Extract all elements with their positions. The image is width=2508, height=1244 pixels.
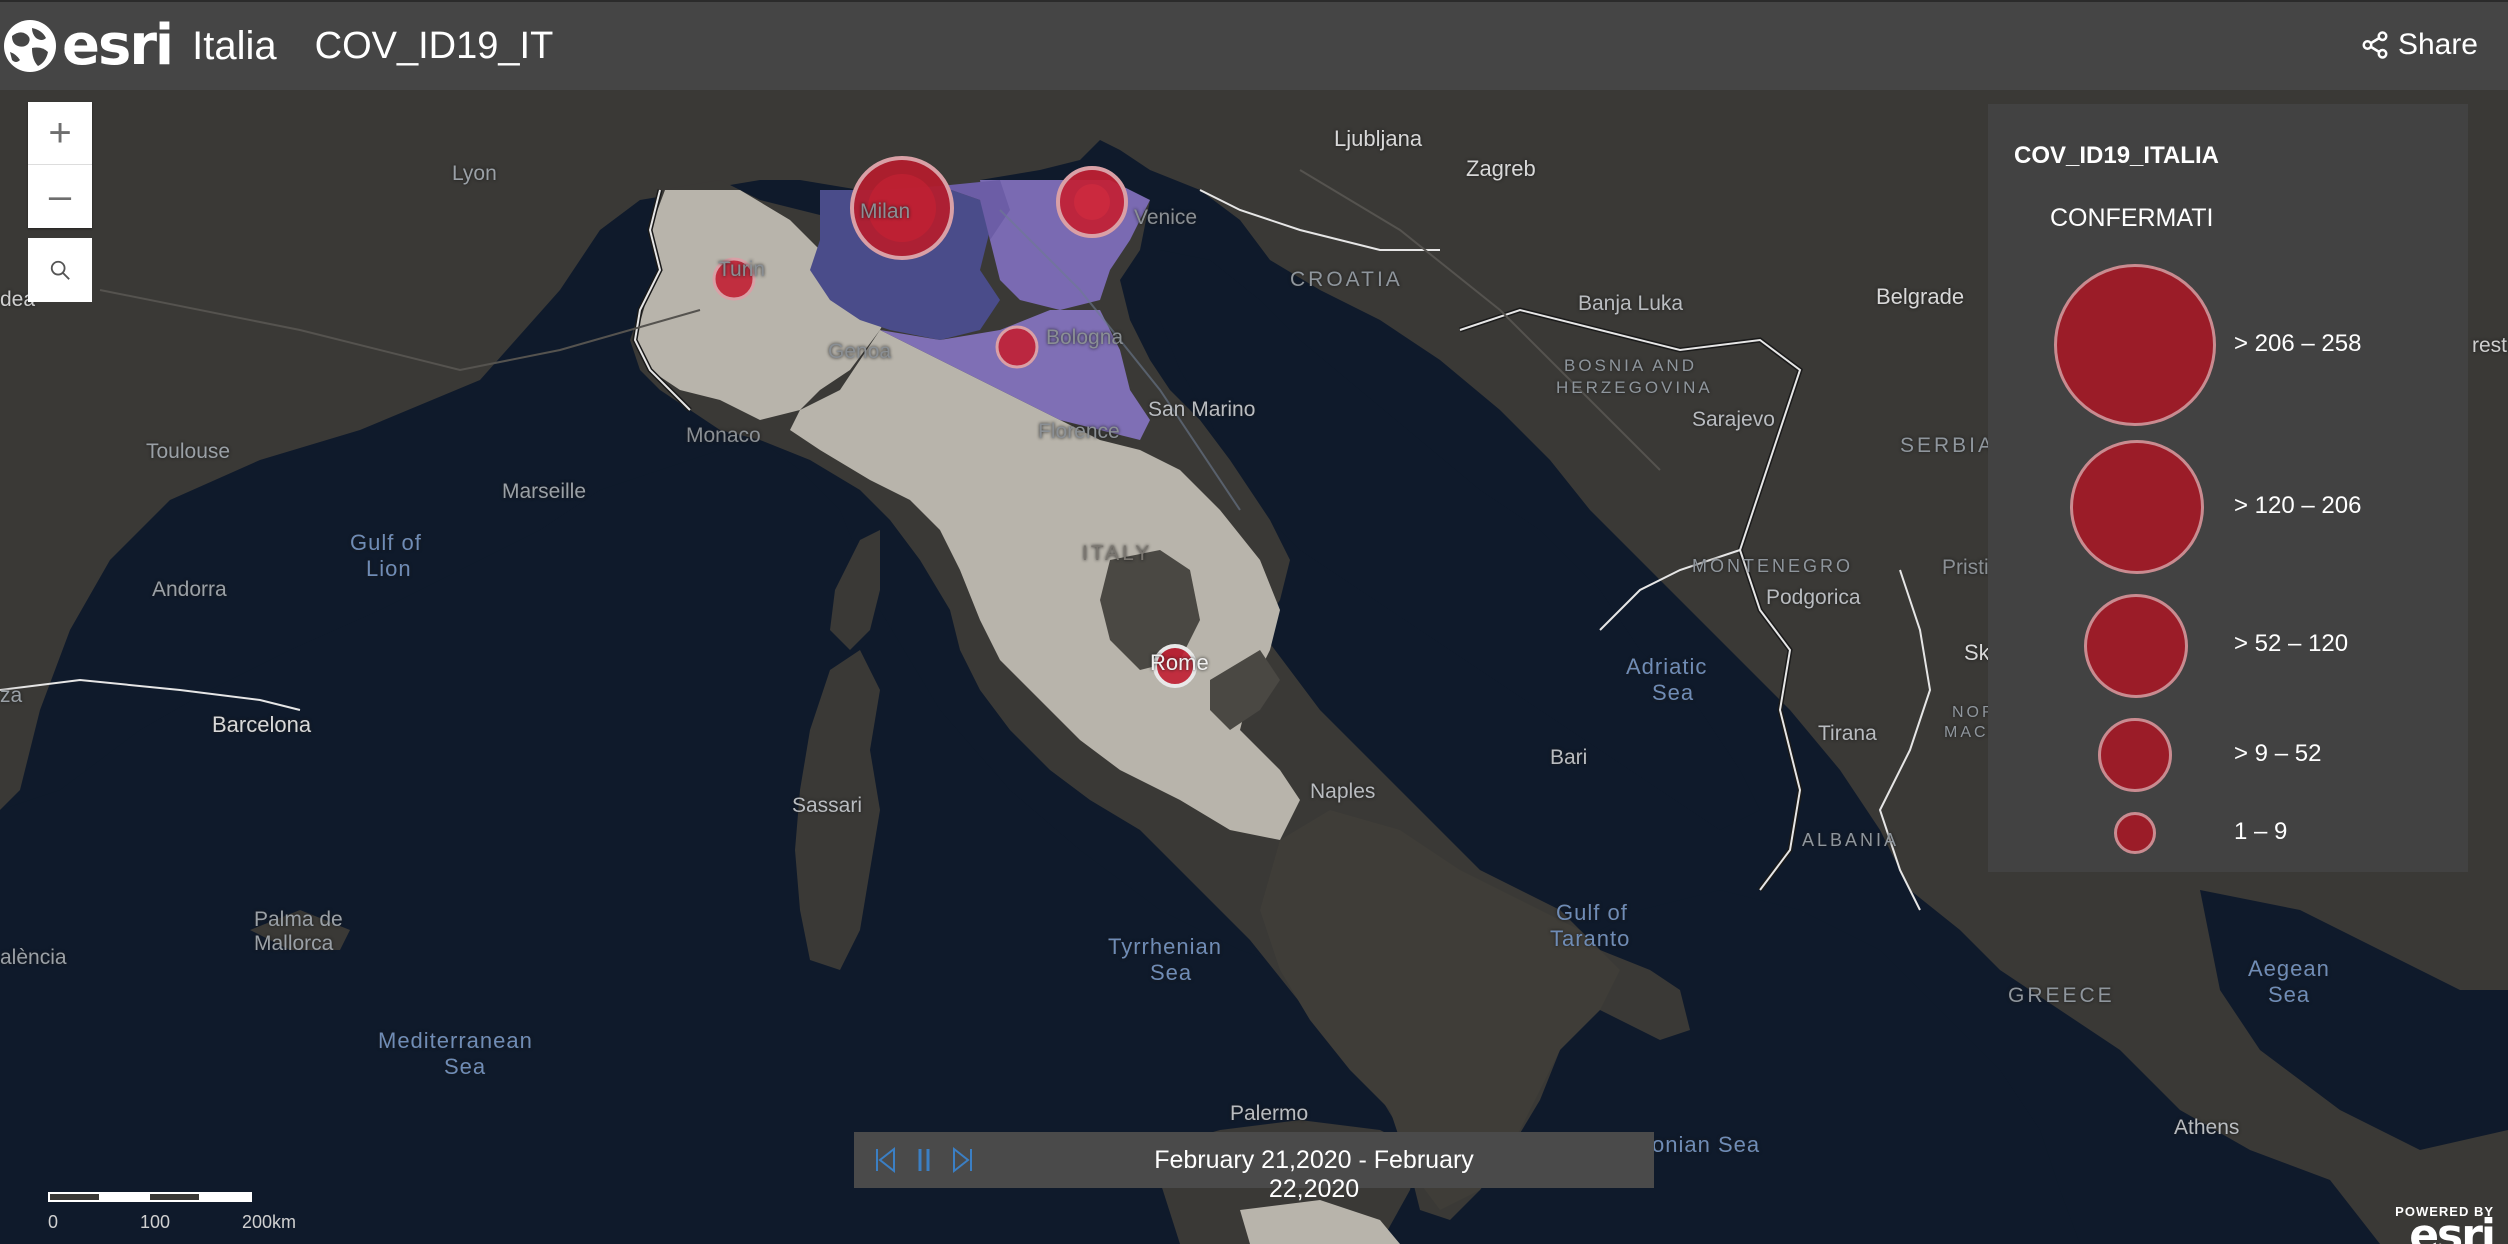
- map-label: Monaco: [686, 424, 761, 447]
- previous-icon[interactable]: [874, 1146, 898, 1174]
- map-label: Marseille: [502, 480, 587, 503]
- legend-item-label: 1 – 9: [2234, 818, 2288, 845]
- legend-panel: COV_ID19_ITALIA CONFERMATI > 206 – 258 >…: [1988, 104, 2468, 872]
- map-label: Genoa: [828, 340, 892, 363]
- share-button[interactable]: Share: [2360, 28, 2478, 62]
- scale-label: 200km: [242, 1212, 297, 1232]
- map-label: za: [0, 684, 23, 707]
- map-label: Banja Luka: [1578, 292, 1684, 315]
- map-label: Tirana: [1818, 722, 1877, 745]
- pause-icon[interactable]: [912, 1146, 936, 1174]
- legend-symbol: [2114, 812, 2156, 854]
- time-slider: February 21,2020 - February 22,2020: [854, 1132, 1654, 1203]
- map-label: GREECE: [2008, 984, 2115, 1007]
- legend-field-name: CONFERMATI: [2050, 204, 2214, 232]
- org-name: Italia: [192, 24, 277, 68]
- esri-footer-logo: esri: [2409, 1210, 2496, 1244]
- app-header: esri Italia COV_ID19_IT Share: [0, 0, 2508, 90]
- scale-bar-graphic: [48, 1192, 252, 1202]
- legend-symbol: [2054, 264, 2216, 426]
- brand-name: esri: [62, 13, 174, 78]
- map-label: Athens: [2174, 1116, 2240, 1139]
- powered-by-esri[interactable]: POWERED BY esri: [2395, 1204, 2496, 1244]
- esri-logo[interactable]: esri Italia: [2, 1, 277, 91]
- map-label: Palma de: [254, 908, 343, 931]
- map-label: MONTENEGRO: [1692, 556, 1854, 576]
- map-label: Lion: [366, 556, 412, 581]
- zoom-out-button[interactable]: –: [28, 165, 92, 228]
- legend-symbol: [2098, 718, 2172, 792]
- map-label: HERZEGOVINA: [1556, 378, 1713, 397]
- map-label: Sk: [1964, 640, 1990, 665]
- map-label: Ljubljana: [1334, 126, 1423, 151]
- zoom-in-button[interactable]: +: [28, 102, 92, 165]
- map-label: Andorra: [152, 578, 227, 601]
- map-label: SERBIA: [1900, 434, 1996, 457]
- map-label: Milan: [860, 200, 911, 223]
- map-label: Taranto: [1550, 926, 1631, 951]
- zoom-controls: + –: [28, 102, 92, 228]
- legend-item-label: > 52 – 120: [2234, 630, 2349, 657]
- map-label: Tyrrhenian: [1108, 934, 1222, 959]
- legend-item: > 52 – 120: [1988, 594, 2468, 698]
- legend-item-label: > 206 – 258: [2234, 330, 2362, 357]
- map-label: Mediterranean: [378, 1028, 533, 1053]
- map-label: alència: [0, 946, 67, 969]
- search-icon: [50, 260, 70, 280]
- map-label: BOSNIA AND: [1564, 356, 1697, 375]
- search-button[interactable]: [28, 238, 92, 302]
- map-label: Podgorica: [1766, 586, 1861, 609]
- map-label: ITALY: [1082, 542, 1153, 565]
- map-label: Sea: [1652, 680, 1695, 705]
- map-label: Palermo: [1230, 1102, 1309, 1125]
- legend-symbol: [2070, 440, 2204, 574]
- app: esri Italia COV_ID19_IT Share Lyon Ljubl…: [0, 0, 2508, 1244]
- case-marker-bologna: [995, 325, 1039, 369]
- map-label: Aegean: [2248, 956, 2330, 981]
- map-label: Sea: [1150, 960, 1193, 985]
- map-label: Rome: [1150, 650, 1209, 675]
- map-label: Belgrade: [1876, 284, 1965, 309]
- legend-title: COV_ID19_ITALIA: [2014, 142, 2219, 169]
- map-label: Naples: [1310, 780, 1376, 803]
- scale-label: 0: [48, 1212, 59, 1232]
- legend-item: > 206 – 258: [1988, 264, 2468, 434]
- app-title: COV_ID19_IT: [314, 25, 554, 67]
- share-label: Share: [2397, 28, 2478, 61]
- map-label: Barcelona: [212, 712, 312, 737]
- legend-item: > 9 – 52: [1988, 718, 2468, 794]
- map-label: onian Sea: [1652, 1132, 1761, 1157]
- map-label: Lyon: [452, 162, 497, 185]
- map-label: Mallorca: [254, 932, 334, 955]
- time-range-label: February 21,2020 - February 22,2020: [1154, 1146, 1474, 1203]
- map-label: Zagreb: [1466, 156, 1536, 181]
- legend-symbol: [2084, 594, 2188, 698]
- map-label: Bologna: [1046, 326, 1124, 349]
- map-label: Gulf of: [1556, 900, 1628, 925]
- map-label: Gulf of: [350, 530, 422, 555]
- map-label: Florence: [1038, 420, 1120, 443]
- legend-item-label: > 120 – 206: [2234, 492, 2362, 519]
- map-label: Sea: [444, 1054, 487, 1079]
- map-label: Adriatic: [1626, 654, 1708, 679]
- next-icon[interactable]: [950, 1146, 974, 1174]
- map-label: ALBANIA: [1802, 830, 1900, 850]
- map-label: Toulouse: [146, 440, 231, 463]
- scale-label: 100: [140, 1212, 171, 1232]
- map-label: rest: [2472, 334, 2508, 357]
- map-label: San Marino: [1148, 398, 1256, 421]
- map-label: Venice: [1134, 206, 1198, 229]
- legend-item-label: > 9 – 52: [2234, 740, 2322, 767]
- map-label: Turin: [718, 258, 766, 281]
- globe-icon: [4, 20, 56, 72]
- share-icon: [2362, 31, 2388, 59]
- map-label: Bari: [1550, 746, 1588, 769]
- map-label: Sassari: [792, 794, 863, 817]
- map-label: Sea: [2268, 982, 2311, 1007]
- map-label: CROATIA: [1290, 268, 1403, 291]
- legend-item: > 120 – 206: [1988, 440, 2468, 580]
- legend-item: 1 – 9: [1988, 812, 2468, 856]
- map-label: Sarajevo: [1692, 408, 1775, 431]
